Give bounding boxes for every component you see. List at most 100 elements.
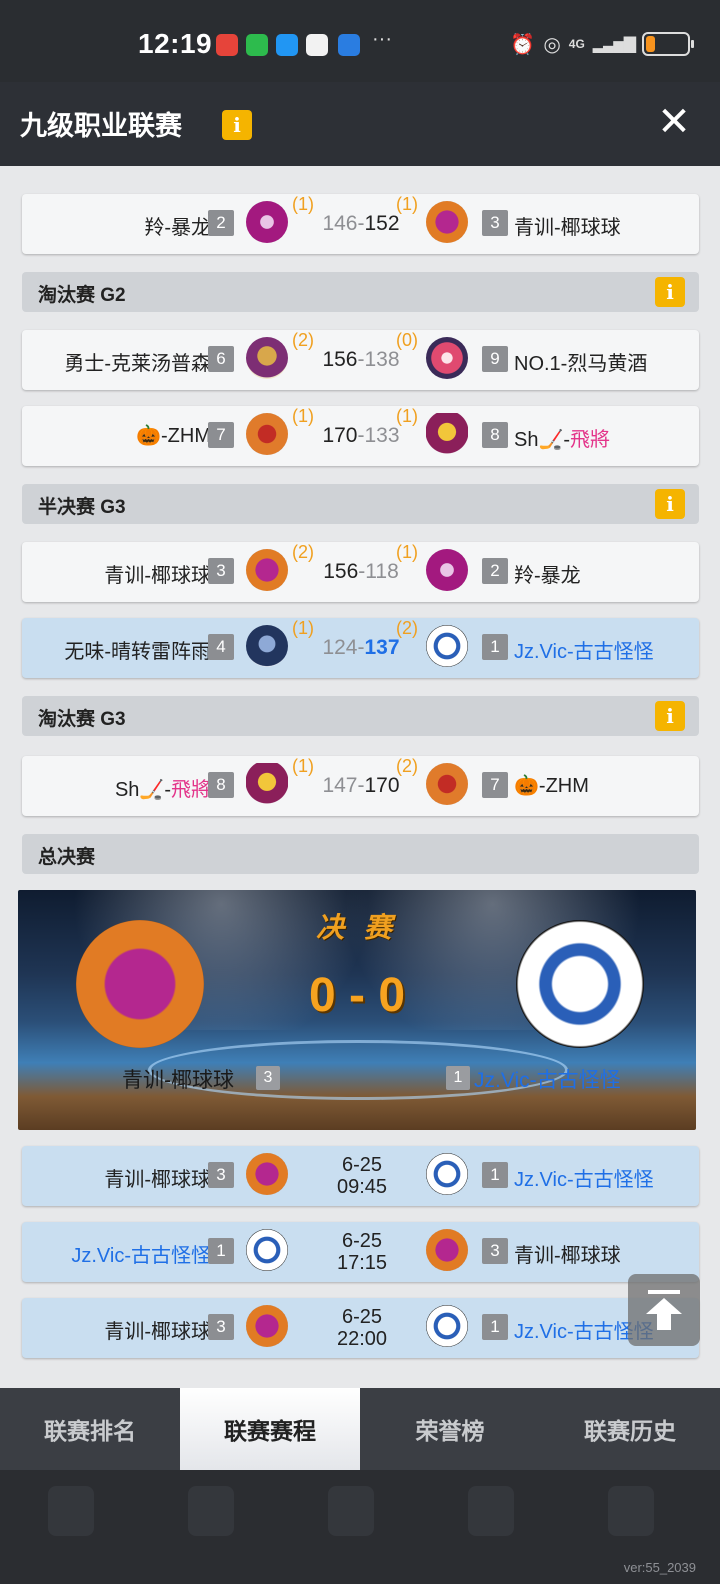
qq-icon xyxy=(306,34,328,56)
right-team-seed: 7 xyxy=(482,772,508,798)
schedule-content[interactable]: 羚-暴龙 2 (1) 146-152 (1) 3 青训-椰球球 淘汰赛 G2 i… xyxy=(0,166,720,1388)
nav-icon xyxy=(468,1486,514,1536)
team-logo-icon xyxy=(426,625,468,667)
team-logo-icon xyxy=(246,337,288,379)
match-row-highlighted[interactable]: 无味-晴转雷阵雨 4 (1) 124-137 (2) 1 Jz.Vic-古古怪怪 xyxy=(22,618,699,678)
team-logo-icon xyxy=(426,337,468,379)
left-team-name: Jz.Vic-古古怪怪 xyxy=(71,1245,211,1267)
nav-icon xyxy=(188,1486,234,1536)
team-logo-icon xyxy=(426,1153,468,1195)
left-team-seed: 6 xyxy=(208,346,234,372)
app-notification-icon xyxy=(216,34,238,56)
status-time: 12:19 xyxy=(138,28,213,59)
close-button[interactable]: ✕ xyxy=(656,102,692,142)
wechat-icon xyxy=(246,34,268,56)
match-score: 147-170 xyxy=(322,774,400,797)
game-date: 6-25 xyxy=(341,1230,383,1252)
team-logo-icon xyxy=(246,1305,288,1347)
left-team-seed: 3 xyxy=(256,1066,280,1090)
team-logo-icon xyxy=(426,763,468,805)
bottom-tab-bar: 联赛排名 联赛赛程 荣誉榜 联赛历史 xyxy=(0,1388,720,1470)
right-series-wins: (1) xyxy=(396,542,418,562)
info-icon[interactable]: i xyxy=(655,701,685,731)
more-notifications-icon: ··· xyxy=(372,28,392,50)
right-team-name: Jz.Vic-古古怪怪 xyxy=(514,1169,654,1191)
back-to-top-button[interactable] xyxy=(628,1274,700,1346)
back-to-top-icon xyxy=(648,1290,680,1294)
match-row[interactable]: 羚-暴龙 2 (1) 146-152 (1) 3 青训-椰球球 xyxy=(22,194,699,254)
match-row[interactable]: Sh🏒-飛將 8 (1) 147-170 (2) 7 🎃-ZHM xyxy=(22,756,699,816)
signal-icon: ▂▃▅▇ xyxy=(592,36,636,53)
game-time: 09:45 xyxy=(336,1176,388,1198)
right-team-seed: 1 xyxy=(482,1314,508,1340)
game-time: 17:15 xyxy=(336,1252,388,1274)
left-team-seed: 4 xyxy=(208,634,234,660)
team-logo-icon xyxy=(246,549,288,591)
section-header: 总决赛 xyxy=(22,834,699,874)
status-bar: 12:19 ··· ⏰ ◎ 4G ▂▃▅▇ xyxy=(0,0,720,82)
schedule-row[interactable]: 青训-椰球球 3 6-25 22:00 1 Jz.Vic-古古怪怪 xyxy=(22,1298,699,1358)
left-score: 156 xyxy=(323,560,359,583)
match-score: 124-137 xyxy=(322,636,400,659)
left-score: 147 xyxy=(322,774,358,797)
left-team-seed: 3 xyxy=(208,558,234,584)
hotspot-icon: ◎ xyxy=(543,33,561,56)
match-row[interactable]: 🎃-ZHM 7 (1) 170-133 (1) 8 Sh🏒-飛將 xyxy=(22,406,699,466)
tab-league-history[interactable]: 联赛历史 xyxy=(540,1388,720,1470)
section-header: 半决赛 G3 i xyxy=(22,484,699,524)
nav-icon xyxy=(48,1486,94,1536)
left-team-seed: 7 xyxy=(208,422,234,448)
team-logo-icon xyxy=(426,1229,468,1271)
schedule-row[interactable]: 青训-椰球球 3 6-25 09:45 1 Jz.Vic-古古怪怪 xyxy=(22,1146,699,1206)
tab-honor-roll[interactable]: 荣誉榜 xyxy=(360,1388,540,1470)
weather-icon xyxy=(338,34,360,56)
tab-league-schedule[interactable]: 联赛赛程 xyxy=(180,1388,360,1470)
right-team-logo-icon xyxy=(516,920,644,1048)
game-datetime: 6-25 22:00 xyxy=(322,1306,402,1350)
nav-icon xyxy=(328,1486,374,1536)
message-icon xyxy=(276,34,298,56)
right-team-name: NO.1-烈马黄酒 xyxy=(514,353,648,375)
team-logo-icon xyxy=(246,763,288,805)
right-score: 133 xyxy=(364,424,400,447)
info-icon[interactable]: i xyxy=(655,277,685,307)
right-team-name: 青训-椰球球 xyxy=(514,217,621,239)
right-team-seed: 2 xyxy=(482,558,508,584)
finals-banner[interactable]: 决 赛 0 - 0 青训-椰球球 3 1 Jz.Vic-古古怪怪 xyxy=(18,890,696,1130)
game-datetime: 6-25 17:15 xyxy=(322,1230,402,1274)
match-score: 146-152 xyxy=(322,212,400,235)
tab-league-standings[interactable]: 联赛排名 xyxy=(0,1388,180,1470)
team-logo-icon xyxy=(246,201,288,243)
right-team-seed: 1 xyxy=(482,634,508,660)
match-row[interactable]: 青训-椰球球 3 (2) 156-118 (1) 2 羚-暴龙 xyxy=(22,542,699,602)
section-title: 总决赛 xyxy=(38,847,96,868)
match-row[interactable]: 勇士-克莱汤普森 6 (2) 156-138 (0) 9 NO.1-烈马黄酒 xyxy=(22,330,699,390)
right-team-seed: 3 xyxy=(482,1238,508,1264)
match-score: 156-118 xyxy=(323,560,399,583)
team-logo-icon xyxy=(426,413,468,455)
right-team-name: Jz.Vic-古古怪怪 xyxy=(514,641,654,663)
info-icon[interactable]: i xyxy=(655,489,685,519)
section-header: 淘汰赛 G3 i xyxy=(22,696,699,736)
left-team-name: 羚-暴龙 xyxy=(144,217,211,239)
background-nav-bar xyxy=(0,1470,720,1584)
left-team-seed: 2 xyxy=(208,210,234,236)
right-score: 118 xyxy=(365,560,399,583)
team-logo-icon xyxy=(246,1229,288,1271)
team-logo-icon xyxy=(246,1153,288,1195)
team-logo-icon xyxy=(426,549,468,591)
game-time: 22:00 xyxy=(336,1328,388,1350)
page-title: 九级职业联赛 xyxy=(20,111,182,141)
section-header: 淘汰赛 G2 i xyxy=(22,272,699,312)
right-team-name: Sh🏒-飛將 xyxy=(514,423,610,452)
right-team-seed: 1 xyxy=(446,1066,470,1090)
info-icon[interactable]: i xyxy=(222,110,252,140)
left-team-name: 青训-椰球球 xyxy=(104,1321,211,1343)
right-team-seed: 8 xyxy=(482,422,508,448)
left-team-seed: 1 xyxy=(208,1238,234,1264)
match-score: 156-138 xyxy=(322,348,400,371)
left-score: 156 xyxy=(322,348,358,371)
schedule-row[interactable]: Jz.Vic-古古怪怪 1 6-25 17:15 3 青训-椰球球 xyxy=(22,1222,699,1282)
left-team-seed: 3 xyxy=(208,1162,234,1188)
game-date: 6-25 xyxy=(341,1154,383,1176)
